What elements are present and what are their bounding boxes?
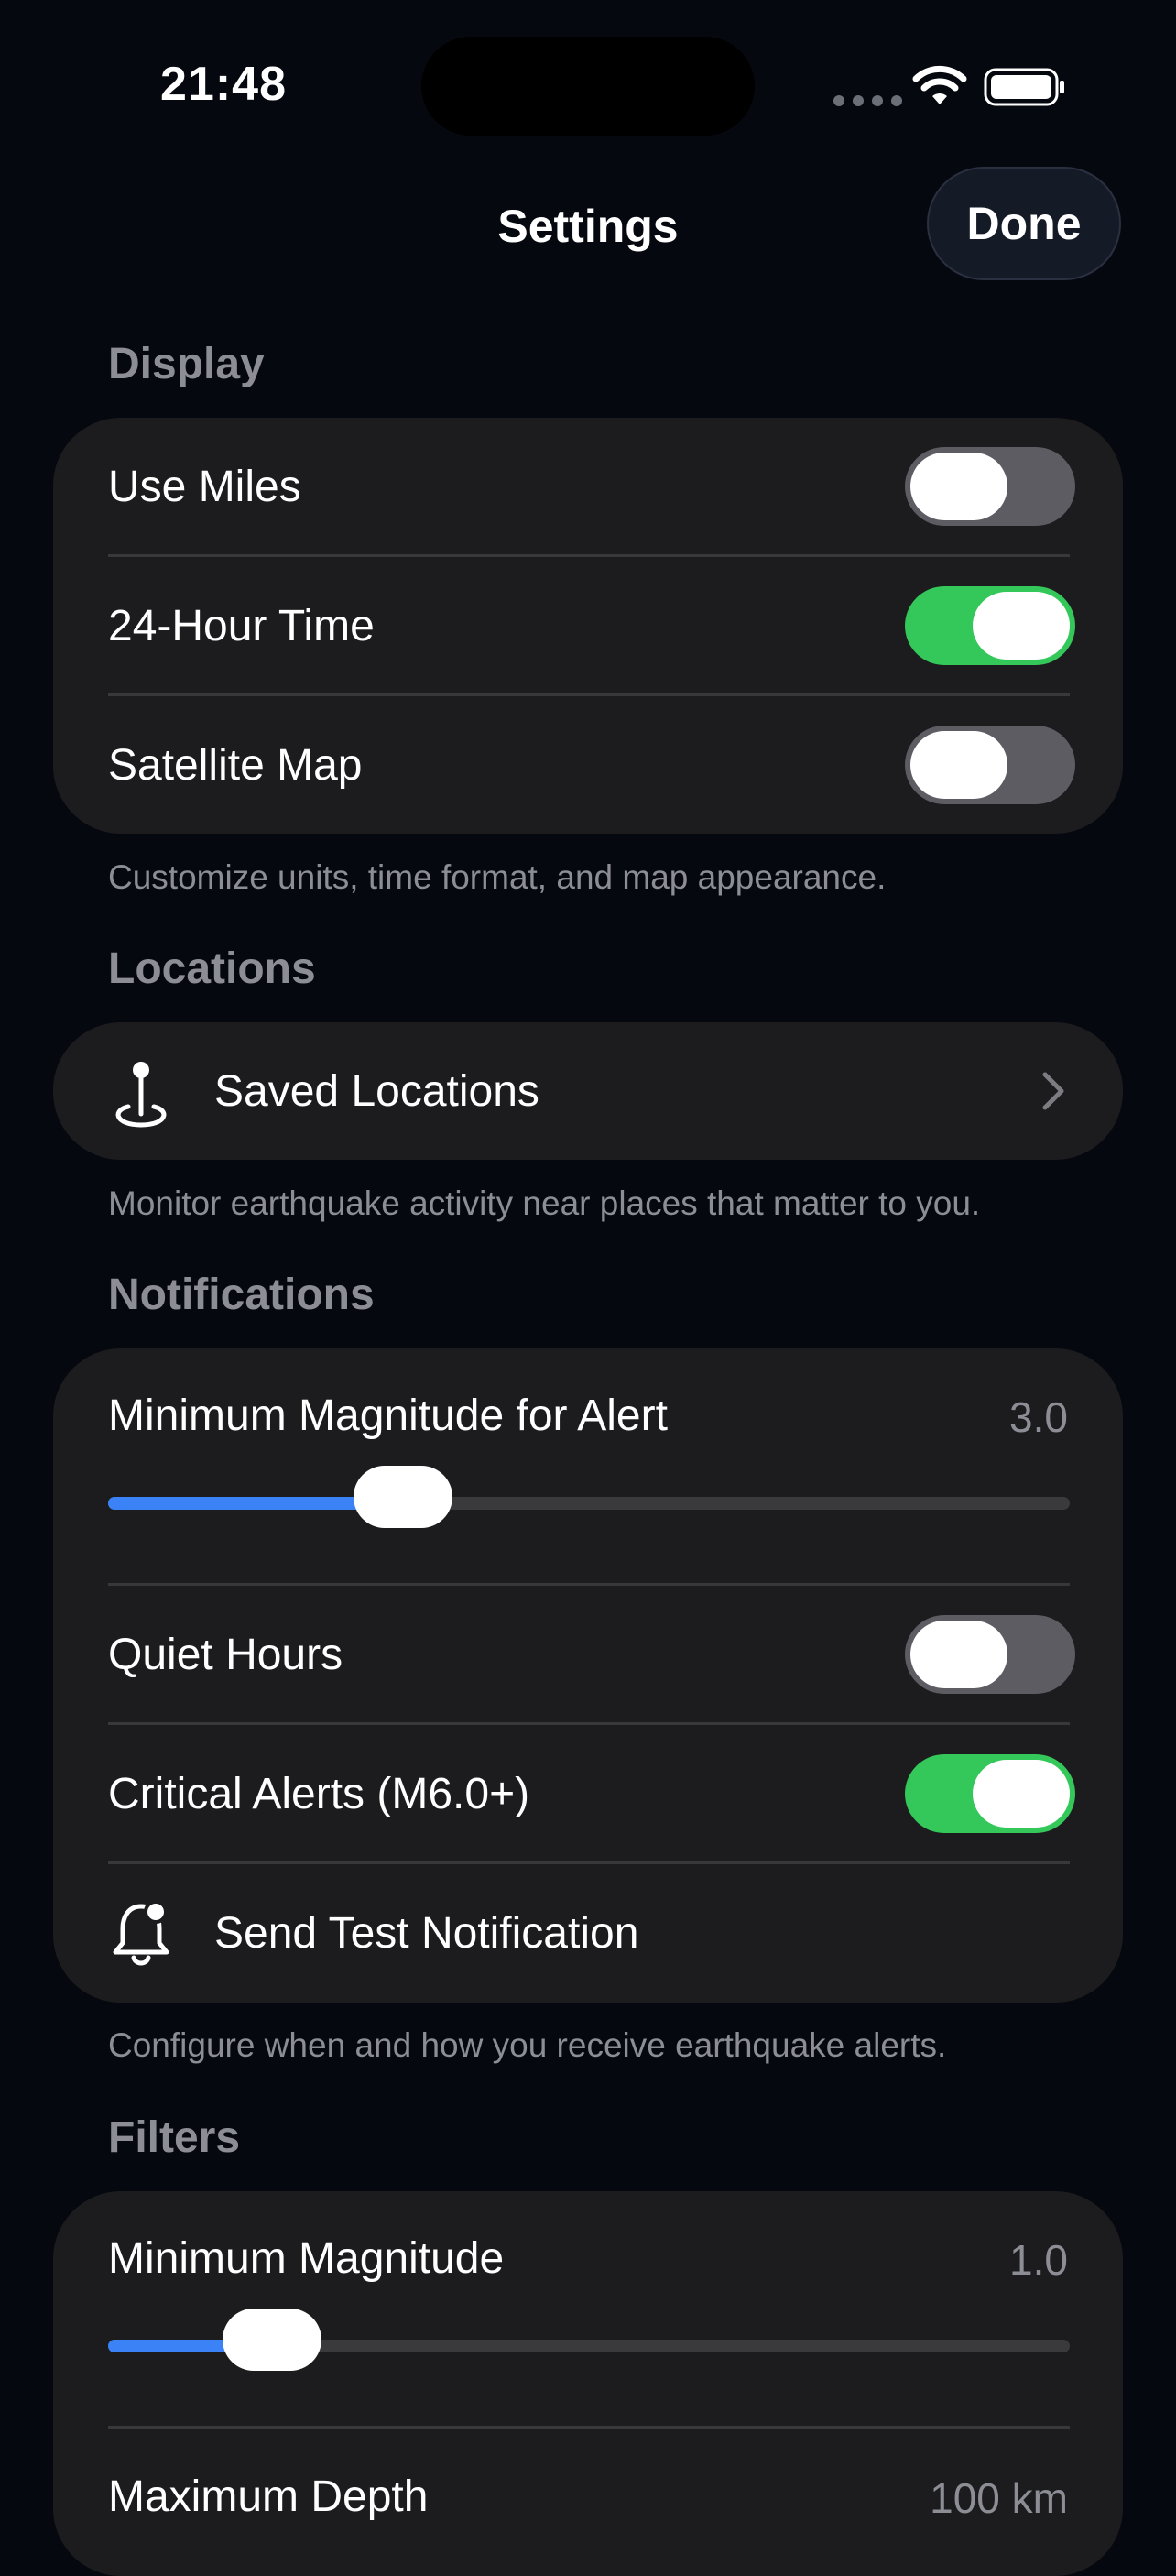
critical-alerts-row: Critical Alerts (M6.0+) [53, 1725, 1123, 1862]
quiet-hours-label: Quiet Hours [108, 1630, 343, 1679]
saved-locations-row-inner: Saved Locations [53, 1022, 1123, 1160]
slider-thumb[interactable] [354, 1466, 453, 1528]
battery-icon [984, 68, 1064, 106]
cellular-signal-icon [833, 95, 902, 106]
min-magnitude-label: Minimum Magnitude [108, 2234, 505, 2283]
chevron-right-icon [1042, 1072, 1064, 1110]
status-time: 21:48 [160, 58, 287, 111]
alert-magnitude-value: 3.0 [1009, 1393, 1068, 1441]
use-miles-row: Use Miles [53, 418, 1123, 555]
critical-alerts-toggle[interactable] [905, 1754, 1075, 1833]
alert-magnitude-slider[interactable] [108, 1466, 1070, 1528]
slider-thumb[interactable] [222, 2309, 321, 2371]
quiet-hours-toggle[interactable] [905, 1615, 1075, 1694]
section-header-filters: Filters [108, 2113, 241, 2162]
section-header-locations: Locations [108, 944, 316, 993]
max-depth-label: Maximum Depth [108, 2472, 429, 2521]
use-miles-label: Use Miles [108, 462, 301, 511]
alert-magnitude-label: Minimum Magnitude for Alert [108, 1392, 668, 1440]
satellite-map-label: Satellite Map [108, 740, 363, 790]
locations-footer: Monitor earthquake activity near places … [108, 1184, 981, 1222]
filters-card: Minimum Magnitude 1.0 Maximum Depth 100 … [53, 2191, 1123, 2576]
saved-locations-label: Saved Locations [214, 1066, 539, 1116]
notifications-footer: Configure when and how you receive earth… [108, 2026, 947, 2064]
dynamic-island [421, 37, 755, 136]
min-magnitude-slider[interactable] [108, 2309, 1070, 2371]
bell-badge-icon [113, 1900, 169, 1966]
24-hour-time-row: 24-Hour Time [53, 557, 1123, 694]
satellite-map-row: Satellite Map [53, 696, 1123, 834]
divider [108, 2426, 1070, 2429]
notifications-card: Minimum Magnitude for Alert 3.0 Quiet Ho… [53, 1348, 1123, 2003]
min-magnitude-value: 1.0 [1009, 2236, 1068, 2284]
max-depth-value: 100 km [930, 2474, 1068, 2522]
location-pin-icon [115, 1062, 167, 1128]
24-hour-time-toggle[interactable] [905, 586, 1075, 665]
satellite-map-toggle[interactable] [905, 726, 1075, 804]
saved-locations-row[interactable]: Saved Locations [53, 1022, 1123, 1160]
wifi-icon [912, 65, 967, 104]
display-card: Use Miles 24-Hour Time Satellite Map [53, 418, 1123, 834]
24-hour-time-label: 24-Hour Time [108, 601, 375, 650]
section-header-display: Display [108, 340, 265, 388]
send-test-notification-button[interactable]: Send Test Notification [53, 1864, 1123, 2002]
quiet-hours-row: Quiet Hours [53, 1586, 1123, 1723]
use-miles-toggle[interactable] [905, 447, 1075, 526]
display-footer: Customize units, time format, and map ap… [108, 858, 887, 896]
critical-alerts-label: Critical Alerts (M6.0+) [108, 1769, 530, 1818]
done-button[interactable]: Done [927, 167, 1121, 280]
section-header-notifications: Notifications [108, 1271, 375, 1319]
send-test-notification-label: Send Test Notification [214, 1908, 639, 1958]
